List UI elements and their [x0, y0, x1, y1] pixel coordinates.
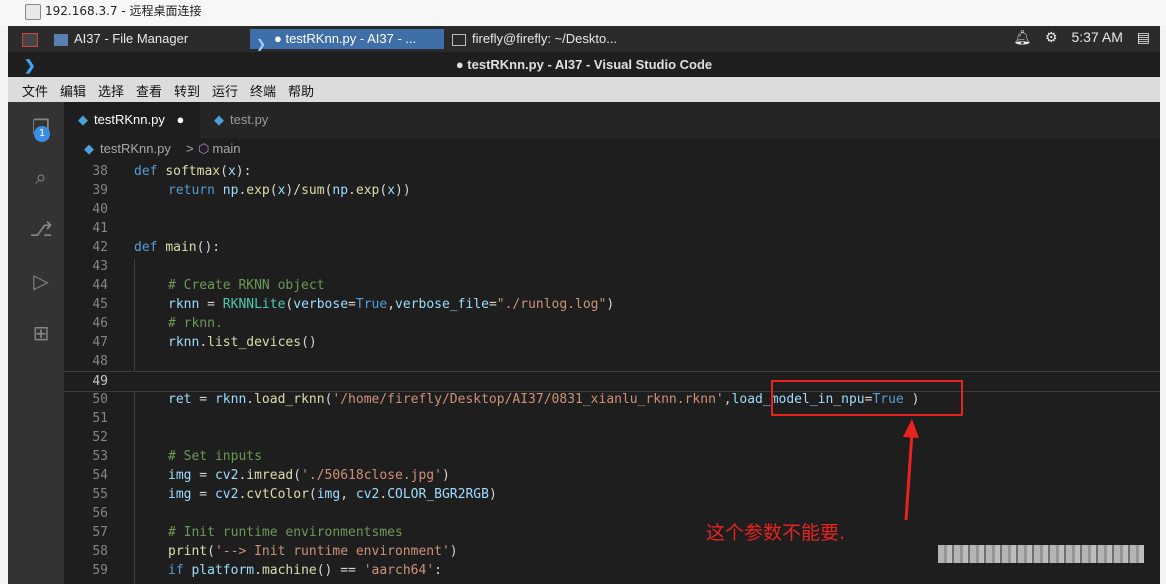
blurred-watermark: [938, 545, 1144, 563]
annotation-text: 这个参数不能要.: [706, 522, 846, 544]
annotation-arrow: [903, 419, 919, 521]
